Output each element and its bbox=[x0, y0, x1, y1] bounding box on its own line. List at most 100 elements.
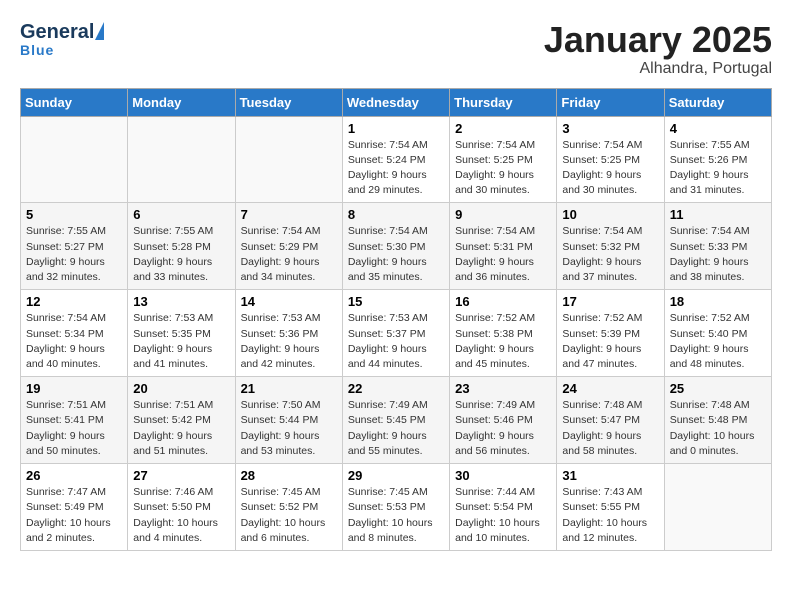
day-number: 2 bbox=[455, 121, 551, 136]
day-number: 17 bbox=[562, 294, 658, 309]
day-number: 15 bbox=[348, 294, 444, 309]
day-number: 23 bbox=[455, 381, 551, 396]
day-number: 30 bbox=[455, 468, 551, 483]
day-info: Sunrise: 7:43 AM Sunset: 5:55 PM Dayligh… bbox=[562, 485, 658, 546]
day-number: 5 bbox=[26, 207, 122, 222]
day-number: 6 bbox=[133, 207, 229, 222]
day-info: Sunrise: 7:50 AM Sunset: 5:44 PM Dayligh… bbox=[241, 398, 337, 459]
calendar-cell: 22 Sunrise: 7:49 AM Sunset: 5:45 PM Dayli… bbox=[342, 377, 449, 464]
calendar-cell bbox=[235, 116, 342, 203]
day-info: Sunrise: 7:54 AM Sunset: 5:29 PM Dayligh… bbox=[241, 224, 337, 285]
logo: General Blue bbox=[20, 20, 113, 60]
calendar-cell: 14 Sunrise: 7:53 AM Sunset: 5:36 PM Dayli… bbox=[235, 290, 342, 377]
day-number: 21 bbox=[241, 381, 337, 396]
day-info: Sunrise: 7:53 AM Sunset: 5:37 PM Dayligh… bbox=[348, 311, 444, 372]
title-block: January 2025 Alhandra, Portugal bbox=[544, 20, 772, 78]
calendar-cell: 26Sunrise: 7:47 AM Sunset: 5:49 PM Dayli… bbox=[21, 464, 128, 551]
day-info: Sunrise: 7:52 AM Sunset: 5:39 PM Dayligh… bbox=[562, 311, 658, 372]
day-number: 3 bbox=[562, 121, 658, 136]
day-number: 16 bbox=[455, 294, 551, 309]
day-info: Sunrise: 7:51 AM Sunset: 5:41 PM Dayligh… bbox=[26, 398, 122, 459]
day-number: 27 bbox=[133, 468, 229, 483]
calendar-cell: 17 Sunrise: 7:52 AM Sunset: 5:39 PM Dayli… bbox=[557, 290, 664, 377]
calendar-cell: 29Sunrise: 7:45 AM Sunset: 5:53 PM Dayli… bbox=[342, 464, 449, 551]
day-number: 11 bbox=[670, 207, 766, 222]
day-number: 12 bbox=[26, 294, 122, 309]
day-info: Sunrise: 7:54 AM Sunset: 5:25 PM Dayligh… bbox=[455, 138, 551, 199]
weekday-header-thursday: Thursday bbox=[450, 88, 557, 116]
day-info: Sunrise: 7:54 AM Sunset: 5:32 PM Dayligh… bbox=[562, 224, 658, 285]
calendar-cell bbox=[21, 116, 128, 203]
calendar-cell: 24 Sunrise: 7:48 AM Sunset: 5:47 PM Dayli… bbox=[557, 377, 664, 464]
day-info: Sunrise: 7:49 AM Sunset: 5:45 PM Dayligh… bbox=[348, 398, 444, 459]
calendar-cell: 20 Sunrise: 7:51 AM Sunset: 5:42 PM Dayli… bbox=[128, 377, 235, 464]
week-row-5: 26Sunrise: 7:47 AM Sunset: 5:49 PM Dayli… bbox=[21, 464, 772, 551]
day-info: Sunrise: 7:53 AM Sunset: 5:35 PM Dayligh… bbox=[133, 311, 229, 372]
day-number: 4 bbox=[670, 121, 766, 136]
day-number: 14 bbox=[241, 294, 337, 309]
day-info: Sunrise: 7:55 AM Sunset: 5:26 PM Dayligh… bbox=[670, 138, 766, 199]
calendar-cell: 25 Sunrise: 7:48 AM Sunset: 5:48 PM Dayli… bbox=[664, 377, 771, 464]
day-info: Sunrise: 7:45 AM Sunset: 5:52 PM Dayligh… bbox=[241, 485, 337, 546]
day-info: Sunrise: 7:54 AM Sunset: 5:34 PM Dayligh… bbox=[26, 311, 122, 372]
day-number: 28 bbox=[241, 468, 337, 483]
calendar-cell: 21 Sunrise: 7:50 AM Sunset: 5:44 PM Dayli… bbox=[235, 377, 342, 464]
calendar-cell: 4 Sunrise: 7:55 AM Sunset: 5:26 PM Daylig… bbox=[664, 116, 771, 203]
calendar-cell: 11 Sunrise: 7:54 AM Sunset: 5:33 PM Dayli… bbox=[664, 203, 771, 290]
calendar-table: SundayMondayTuesdayWednesdayThursdayFrid… bbox=[20, 88, 772, 551]
logo-blue-text: Blue bbox=[20, 42, 113, 60]
day-number: 24 bbox=[562, 381, 658, 396]
day-number: 7 bbox=[241, 207, 337, 222]
calendar-cell: 10 Sunrise: 7:54 AM Sunset: 5:32 PM Dayli… bbox=[557, 203, 664, 290]
weekday-header-monday: Monday bbox=[128, 88, 235, 116]
day-info: Sunrise: 7:44 AM Sunset: 5:54 PM Dayligh… bbox=[455, 485, 551, 546]
calendar-cell: 9Sunrise: 7:54 AM Sunset: 5:31 PM Daylig… bbox=[450, 203, 557, 290]
day-number: 20 bbox=[133, 381, 229, 396]
day-info: Sunrise: 7:54 AM Sunset: 5:30 PM Dayligh… bbox=[348, 224, 444, 285]
calendar-cell: 23Sunrise: 7:49 AM Sunset: 5:46 PM Dayli… bbox=[450, 377, 557, 464]
day-info: Sunrise: 7:47 AM Sunset: 5:49 PM Dayligh… bbox=[26, 485, 122, 546]
day-info: Sunrise: 7:45 AM Sunset: 5:53 PM Dayligh… bbox=[348, 485, 444, 546]
day-number: 9 bbox=[455, 207, 551, 222]
day-number: 10 bbox=[562, 207, 658, 222]
day-info: Sunrise: 7:52 AM Sunset: 5:38 PM Dayligh… bbox=[455, 311, 551, 372]
day-number: 25 bbox=[670, 381, 766, 396]
day-number: 19 bbox=[26, 381, 122, 396]
day-number: 22 bbox=[348, 381, 444, 396]
day-number: 8 bbox=[348, 207, 444, 222]
day-info: Sunrise: 7:54 AM Sunset: 5:24 PM Dayligh… bbox=[348, 138, 444, 199]
week-row-4: 19 Sunrise: 7:51 AM Sunset: 5:41 PM Dayli… bbox=[21, 377, 772, 464]
day-info: Sunrise: 7:53 AM Sunset: 5:36 PM Dayligh… bbox=[241, 311, 337, 372]
day-info: Sunrise: 7:52 AM Sunset: 5:40 PM Dayligh… bbox=[670, 311, 766, 372]
calendar-cell: 16 Sunrise: 7:52 AM Sunset: 5:38 PM Dayli… bbox=[450, 290, 557, 377]
month-title: January 2025 bbox=[544, 20, 772, 60]
day-info: Sunrise: 7:54 AM Sunset: 5:25 PM Dayligh… bbox=[562, 138, 658, 199]
calendar-cell: 6 Sunrise: 7:55 AM Sunset: 5:28 PM Daylig… bbox=[128, 203, 235, 290]
calendar-cell: 30 Sunrise: 7:44 AM Sunset: 5:54 PM Dayli… bbox=[450, 464, 557, 551]
calendar-cell: 2 Sunrise: 7:54 AM Sunset: 5:25 PM Daylig… bbox=[450, 116, 557, 203]
logo-triangle-icon bbox=[95, 22, 104, 40]
weekday-header-sunday: Sunday bbox=[21, 88, 128, 116]
day-info: Sunrise: 7:48 AM Sunset: 5:47 PM Dayligh… bbox=[562, 398, 658, 459]
week-row-2: 5Sunrise: 7:55 AM Sunset: 5:27 PM Daylig… bbox=[21, 203, 772, 290]
day-number: 13 bbox=[133, 294, 229, 309]
calendar-cell: 19 Sunrise: 7:51 AM Sunset: 5:41 PM Dayli… bbox=[21, 377, 128, 464]
day-number: 1 bbox=[348, 121, 444, 136]
calendar-cell: 27Sunrise: 7:46 AM Sunset: 5:50 PM Dayli… bbox=[128, 464, 235, 551]
weekday-header-tuesday: Tuesday bbox=[235, 88, 342, 116]
day-info: Sunrise: 7:54 AM Sunset: 5:33 PM Dayligh… bbox=[670, 224, 766, 285]
calendar-cell bbox=[128, 116, 235, 203]
calendar-cell: 12 Sunrise: 7:54 AM Sunset: 5:34 PM Dayli… bbox=[21, 290, 128, 377]
day-info: Sunrise: 7:55 AM Sunset: 5:28 PM Dayligh… bbox=[133, 224, 229, 285]
calendar-cell: 13 Sunrise: 7:53 AM Sunset: 5:35 PM Dayli… bbox=[128, 290, 235, 377]
weekday-header-wednesday: Wednesday bbox=[342, 88, 449, 116]
day-info: Sunrise: 7:48 AM Sunset: 5:48 PM Dayligh… bbox=[670, 398, 766, 459]
day-number: 18 bbox=[670, 294, 766, 309]
day-info: Sunrise: 7:51 AM Sunset: 5:42 PM Dayligh… bbox=[133, 398, 229, 459]
calendar-cell: 1 Sunrise: 7:54 AM Sunset: 5:24 PM Daylig… bbox=[342, 116, 449, 203]
calendar-cell: 5Sunrise: 7:55 AM Sunset: 5:27 PM Daylig… bbox=[21, 203, 128, 290]
calendar-cell: 31Sunrise: 7:43 AM Sunset: 5:55 PM Dayli… bbox=[557, 464, 664, 551]
week-row-1: 1 Sunrise: 7:54 AM Sunset: 5:24 PM Daylig… bbox=[21, 116, 772, 203]
page-header: General Blue January 2025 Alhandra, Port… bbox=[20, 20, 772, 78]
calendar-cell: 3 Sunrise: 7:54 AM Sunset: 5:25 PM Daylig… bbox=[557, 116, 664, 203]
